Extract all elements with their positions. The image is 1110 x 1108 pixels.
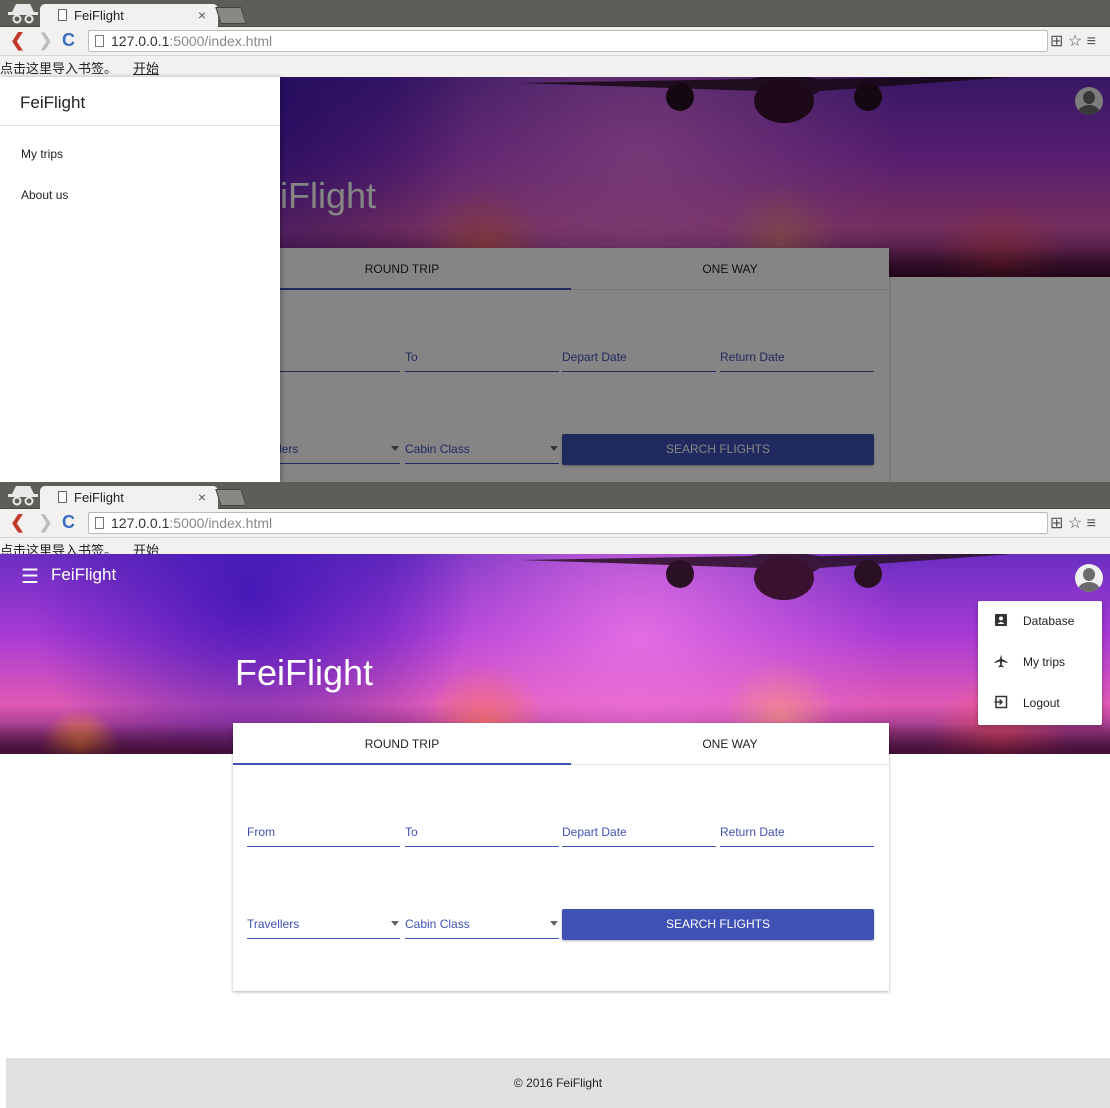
avatar-icon[interactable] (1075, 564, 1103, 592)
url-path: :5000/index.html (169, 515, 273, 531)
new-tab-button[interactable] (215, 7, 247, 24)
drawer-divider (0, 125, 280, 126)
reload-icon[interactable]: C (62, 513, 75, 531)
url-host: 127.0.0.1 (111, 33, 170, 49)
tab-close-icon[interactable]: × (198, 7, 206, 23)
page-footer: © 2016 FeiFlight (6, 1058, 1110, 1108)
tab-title: FeiFlight (74, 490, 124, 505)
return-date-field[interactable]: Return Date (720, 821, 874, 847)
menu-item-my-trips[interactable]: My trips (978, 642, 1102, 683)
browser-tab-bar: FeiFlight × (0, 482, 1110, 509)
app-brand: FeiFlight (51, 565, 117, 584)
tab-one-way[interactable]: ONE WAY (571, 723, 889, 765)
url-host: 127.0.0.1 (111, 515, 170, 531)
forward-icon[interactable]: ❯ (38, 31, 53, 49)
screenshot-user-menu-open: FeiFlight × ❮ ❯ C 127.0.0.1:5000/index.h… (0, 482, 1110, 1108)
hamburger-menu-icon[interactable]: ☰ (21, 564, 39, 589)
menu-item-label: Database (1023, 614, 1075, 628)
chevron-down-icon (550, 921, 558, 926)
cabin-class-label: Cabin Class (405, 917, 470, 931)
menu-icon[interactable]: ≡ (1087, 515, 1096, 532)
bookmark-prompt: 点击这里导入书签。 (0, 61, 118, 76)
travellers-label: Travellers (247, 917, 300, 931)
browser-tab[interactable]: FeiFlight × (40, 4, 218, 27)
toolbar-icons: ⊞ ☆ ≡ (1050, 31, 1096, 51)
to-field[interactable]: To (405, 821, 559, 847)
forward-icon[interactable]: ❯ (38, 513, 53, 531)
browser-toolbar: ❮ ❯ C 127.0.0.1:5000/index.html ⊞ ☆ ≡ (0, 27, 1110, 56)
page-icon (95, 35, 104, 47)
airplane-image (520, 554, 1013, 600)
drawer-title: FeiFlight (20, 93, 86, 112)
trip-tabs: ROUND TRIP ONE WAY (233, 723, 889, 765)
chevron-down-icon (391, 921, 399, 926)
logout-icon (994, 695, 1008, 709)
tab-round-trip[interactable]: ROUND TRIP (233, 723, 571, 765)
star-icon[interactable]: ☆ (1068, 515, 1082, 532)
side-drawer: FeiFlight My trips About us (0, 77, 280, 482)
depart-date-field[interactable]: Depart Date (562, 821, 716, 847)
star-icon[interactable]: ☆ (1068, 33, 1082, 50)
tab-close-icon[interactable]: × (198, 489, 206, 505)
page-icon (58, 9, 67, 21)
translate-icon[interactable]: ⊞ (1050, 33, 1063, 50)
user-dropdown-menu: Database My trips Logout (978, 601, 1102, 725)
bookmark-start-link[interactable]: 开始 (133, 58, 159, 77)
browser-tab[interactable]: FeiFlight × (40, 486, 218, 509)
back-icon[interactable]: ❮ (10, 31, 25, 49)
menu-icon[interactable]: ≡ (1087, 33, 1096, 50)
menu-item-database[interactable]: Database (978, 601, 1102, 642)
from-field[interactable]: From (247, 821, 400, 847)
tab-title: FeiFlight (74, 8, 124, 23)
search-card: ROUND TRIP ONE WAY From To Depart Date R… (233, 723, 889, 991)
browser-toolbar: ❮ ❯ C 127.0.0.1:5000/index.html ⊞ ☆ ≡ (0, 509, 1110, 538)
incognito-icon (8, 486, 38, 506)
cabin-class-select[interactable]: Cabin Class (405, 913, 559, 939)
page-icon (95, 517, 104, 529)
menu-item-label: Logout (1023, 696, 1060, 710)
airplane-icon (994, 654, 1008, 668)
database-icon (995, 614, 1007, 626)
search-flights-button[interactable]: SEARCH FLIGHTS (562, 909, 874, 940)
tab-ink-bar (233, 763, 571, 765)
drawer-item-my-trips[interactable]: My trips (21, 147, 63, 161)
bookmarks-bar: 点击这里导入书签。 开始 (0, 56, 1110, 77)
screenshot-drawer-open: FeiFlight × ❮ ❯ C 127.0.0.1:5000/index.h… (0, 0, 1110, 482)
menu-item-label: My trips (1023, 655, 1065, 669)
drawer-item-about-us[interactable]: About us (21, 188, 68, 202)
new-tab-button[interactable] (215, 489, 247, 506)
browser-tab-bar: FeiFlight × (0, 0, 1110, 27)
reload-icon[interactable]: C (62, 31, 75, 49)
incognito-icon (8, 4, 38, 24)
page-icon (58, 491, 67, 503)
url-path: :5000/index.html (169, 33, 273, 49)
hero-title: FeiFlight (235, 652, 374, 693)
address-bar[interactable]: 127.0.0.1:5000/index.html (88, 30, 1048, 52)
menu-item-logout[interactable]: Logout (978, 683, 1102, 724)
translate-icon[interactable]: ⊞ (1050, 515, 1063, 532)
travellers-select[interactable]: Travellers (247, 913, 400, 939)
toolbar-icons: ⊞ ☆ ≡ (1050, 513, 1096, 533)
back-icon[interactable]: ❮ (10, 513, 25, 531)
address-bar[interactable]: 127.0.0.1:5000/index.html (88, 512, 1048, 534)
